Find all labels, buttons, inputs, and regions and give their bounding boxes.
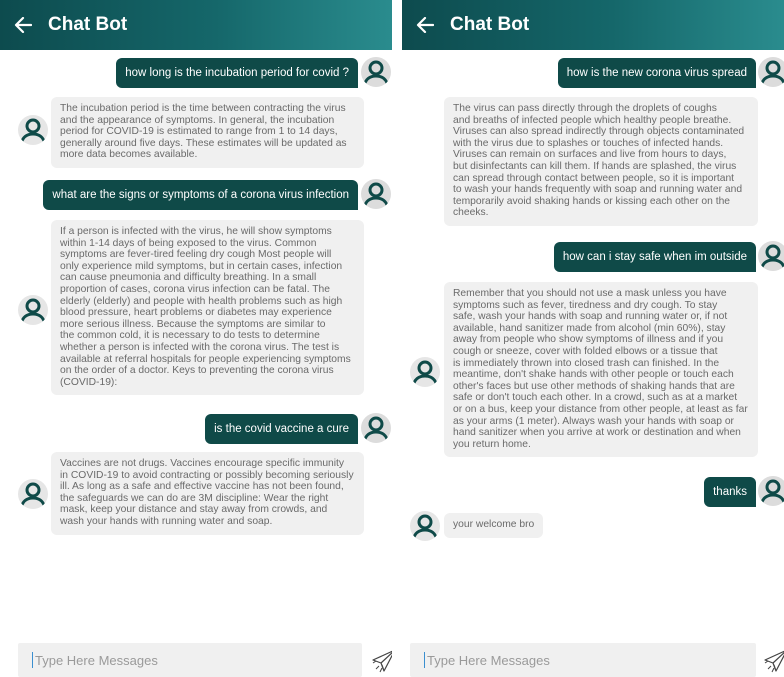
message-line: or on a bus, keep your distance from oth… [453, 403, 748, 415]
message-line: symptoms such as fever, tiredness and dr… [453, 299, 718, 311]
message-line: the common cold, it is necessary to do t… [60, 330, 320, 342]
bot-message-bubble: The incubation period is the time betwee… [51, 97, 364, 168]
message-line: can cause pneumonia and difficulty breat… [60, 272, 317, 284]
message-text: is the covid vaccine a cure [214, 423, 349, 435]
message-line: Viruses can remain on surfaces and live … [453, 149, 727, 161]
message-line: in COVID-19 to avoid contracting or poss… [60, 469, 354, 481]
send-paper-plane-icon[interactable] [762, 647, 784, 675]
message-line: symptoms are fever-tired feeling dry cou… [60, 249, 332, 261]
message-input-placeholder: Type Here Messages [427, 652, 550, 668]
message-text: thanks [713, 486, 747, 498]
app-bar: Chat Bot [0, 0, 392, 50]
chat-screen-left: Chat Bot how long is the incubation peri… [0, 0, 392, 677]
message-line: to wash your hands frequently with soap … [453, 184, 743, 196]
message-line: cough or sneeze, cover with folded elbow… [453, 345, 718, 357]
person-avatar-icon [18, 479, 48, 509]
message-line: on the order of a doctor. Keys to preven… [60, 365, 334, 377]
user-message-bubble: what are the signs or symptoms of a coro… [43, 180, 358, 210]
text-caret [32, 652, 33, 668]
message-input-placeholder: Type Here Messages [35, 652, 158, 668]
message-line: The virus can pass directly through the … [453, 103, 717, 114]
message-line: period for COVID-19 is estimated to rang… [60, 126, 338, 138]
chat-screen-right: Chat Bot how is the new corona virus spr… [402, 0, 784, 677]
message-input[interactable]: Type Here Messages [18, 643, 362, 677]
message-line: the safeguards we can do are 3M discipli… [60, 492, 329, 504]
person-avatar-icon [410, 357, 440, 387]
message-line: temporarily avoid shaking hands or kissi… [453, 195, 731, 207]
message-line: Remember that you should not use a mask … [453, 288, 727, 299]
message-line: more data becomes available. [60, 149, 198, 161]
message-line: as your arms (1 meter). Always wash your… [453, 415, 734, 427]
message-text: what are the signs or symptoms of a coro… [52, 189, 349, 201]
message-line: Vaccines are not drugs. Vaccines encoura… [60, 458, 345, 469]
bot-message-bubble: The virus can pass directly through the … [444, 97, 758, 226]
bot-message-bubble: Vaccines are not drugs. Vaccines encoura… [51, 452, 364, 535]
message-line: away from people who show symptoms of il… [453, 334, 724, 346]
send-paper-plane-icon[interactable] [370, 647, 392, 675]
message-line: more serious illness. Because the sympto… [60, 318, 326, 330]
message-line: safe, wash your hands with soap and runn… [453, 311, 728, 323]
person-avatar-icon [410, 511, 440, 541]
message-text: how can i stay safe when im outside [562, 251, 747, 263]
person-avatar-icon [18, 115, 48, 145]
person-avatar-icon [758, 476, 784, 506]
message-line: safe or don't touch each other. In a cro… [453, 392, 738, 404]
message-line: and the appearance of symptoms. In gener… [60, 114, 335, 126]
user-message-bubble: how is the new corona virus spread [557, 58, 756, 88]
message-input[interactable]: Type Here Messages [410, 643, 756, 677]
message-line: your welcome bro [453, 519, 535, 530]
message-line: whether a person is infected with the co… [60, 341, 340, 353]
message-line: can spread through contact between peopl… [453, 172, 735, 184]
message-line: Viruses can also spread indirectly throu… [453, 126, 745, 138]
message-line: generally around five days. These estima… [60, 137, 347, 149]
message-line: ill. As long as a safe and effective vac… [60, 481, 344, 493]
message-line: other's faces but use other methods of s… [453, 380, 735, 392]
person-avatar-icon [758, 241, 784, 271]
page-title: Chat Bot [48, 14, 128, 35]
page-title: Chat Bot [450, 14, 530, 35]
message-line: hand sanitizer when you arrive at work o… [453, 427, 741, 439]
message-line: proportion of cases, corona virus infect… [60, 283, 330, 295]
message-line: available, hand sanitizer made from alco… [453, 322, 726, 334]
arrow-left-icon[interactable] [416, 14, 438, 36]
message-line: is immediately thrown into closed trash … [453, 357, 720, 369]
app-bar: Chat Bot [402, 0, 784, 50]
message-line: mask, keep your distance and stay away f… [60, 504, 328, 516]
user-message-bubble: is the covid vaccine a cure [205, 414, 358, 444]
message-line: elderly (elderly) and people with health… [60, 295, 343, 307]
message-line: blood pressure, heart problems or diabet… [60, 307, 332, 319]
message-line: cheeks. [453, 207, 489, 219]
person-avatar-icon [361, 179, 391, 209]
message-line: you return home. [453, 438, 531, 450]
message-line: wash your hands with running water and s… [60, 515, 273, 527]
text-caret [424, 652, 425, 668]
bot-message-bubble: If a person is infected with the virus, … [51, 220, 364, 396]
message-line: available at referral hospitals for peop… [60, 353, 351, 365]
user-message-bubble: how long is the incubation period for co… [116, 58, 358, 88]
message-line: within 1-14 days of being exposed to the… [60, 237, 317, 249]
user-message-bubble: thanks [704, 477, 756, 507]
message-line: but disinfectants can kill them. If hand… [453, 160, 737, 172]
bot-message-bubble: Remember that you should not use a mask … [444, 282, 758, 458]
person-avatar-icon [361, 57, 391, 87]
message-line: (COVID-19): [60, 376, 118, 388]
bot-message-bubble: your welcome bro [444, 513, 544, 538]
message-text: how is the new corona virus spread [566, 67, 747, 79]
person-avatar-icon [361, 413, 391, 443]
person-avatar-icon [18, 295, 48, 325]
message-line: and breaths of infected people which hea… [453, 114, 732, 126]
message-text: how long is the incubation period for co… [125, 67, 349, 79]
message-line: only experience mild symptoms, but in ce… [60, 260, 343, 272]
message-line: meantime, don't shake hands with other p… [453, 369, 734, 381]
message-line: The incubation period is the time betwee… [60, 103, 346, 114]
arrow-left-icon[interactable] [14, 14, 36, 36]
message-line: with the virus due to splashes or touche… [453, 137, 724, 149]
message-line: If a person is infected with the virus, … [60, 226, 332, 237]
user-message-bubble: how can i stay safe when im outside [553, 242, 756, 272]
person-avatar-icon [758, 57, 784, 87]
